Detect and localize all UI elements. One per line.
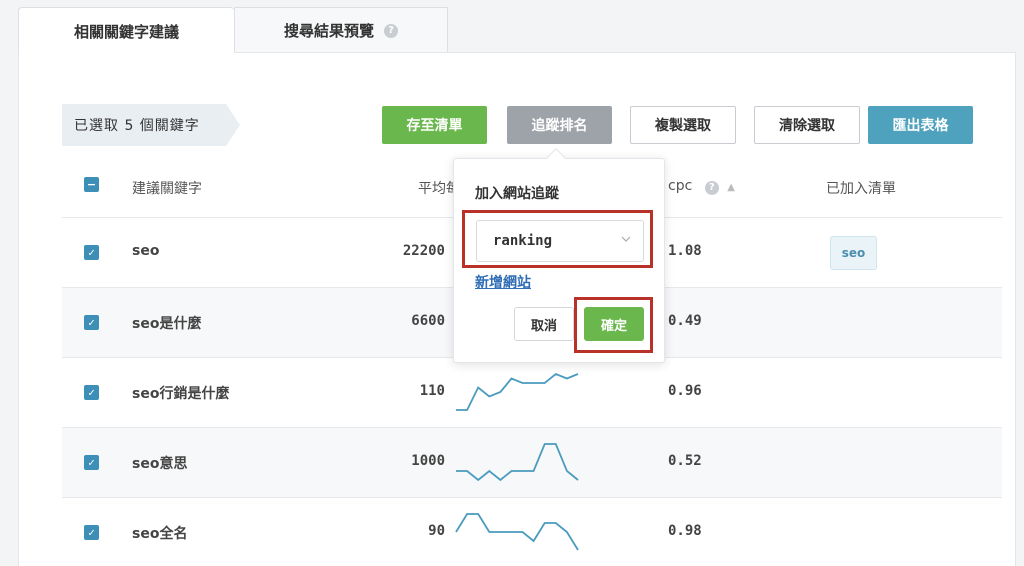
track-ranking-button[interactable]: 追蹤排名 — [507, 106, 612, 144]
help-icon[interactable]: ? — [384, 23, 398, 38]
cpc-cell: 0.49 — [668, 313, 702, 329]
cpc-cell: 0.52 — [668, 453, 702, 469]
clear-selection-button[interactable]: 清除選取 — [754, 106, 860, 144]
row-checkbox[interactable]: ✓ — [84, 385, 99, 400]
header-cpc-label: cpc — [668, 178, 693, 194]
tab-serp-preview-label: 搜尋結果預覽 — [283, 22, 374, 40]
tab-related-keywords[interactable]: 相關關鍵字建議 — [18, 7, 234, 54]
table-row: ✓ seo全名 90 0.98 — [62, 498, 1002, 566]
row-checkbox[interactable]: ✓ — [84, 245, 99, 260]
keyword-cell[interactable]: seo意思 — [132, 453, 187, 473]
volume-cell: 90 — [428, 523, 445, 539]
cancel-button[interactable]: 取消 — [514, 307, 574, 341]
highlight-box-select — [462, 210, 653, 268]
save-to-list-button[interactable]: 存至清單 — [382, 106, 487, 144]
selected-count-label: 已選取 5 個關鍵字 — [62, 104, 240, 146]
highlight-box-confirm — [574, 297, 653, 353]
table-row: ✓ seo意思 1000 0.52 — [62, 428, 1002, 498]
tab-bar: 相關關鍵字建議 搜尋結果預覽 ? — [18, 7, 448, 54]
tab-related-keywords-label: 相關關鍵字建議 — [73, 22, 179, 41]
list-tag[interactable]: seo — [830, 236, 877, 270]
sparkline-path — [456, 372, 579, 411]
row-checkbox[interactable]: ✓ — [84, 315, 99, 330]
sort-icon[interactable]: ▲ — [727, 182, 735, 193]
popover-title: 加入網站追蹤 — [475, 186, 559, 202]
header-keyword: 建議關鍵字 — [132, 181, 202, 197]
keyword-cell[interactable]: seo — [132, 243, 159, 259]
cpc-help-icon[interactable]: ? — [704, 180, 719, 195]
keyword-cell[interactable]: seo行銷是什麼 — [132, 383, 229, 403]
sparkline-path — [456, 443, 579, 482]
header-added-to-list: 已加入清單 — [826, 181, 896, 197]
row-checkbox[interactable]: ✓ — [84, 455, 99, 470]
table-row: ✓ seo行銷是什麼 110 0.96 — [62, 358, 1002, 428]
export-table-button[interactable]: 匯出表格 — [868, 106, 973, 144]
cpc-cell: 0.96 — [668, 383, 702, 399]
add-site-link[interactable]: 新增網站 — [475, 272, 531, 292]
sparkline-path — [455, 513, 579, 551]
cpc-cell: 1.08 — [668, 243, 702, 259]
volume-cell: 110 — [419, 383, 445, 399]
volume-cell: 6600 — [411, 313, 445, 329]
copy-selection-button[interactable]: 複製選取 — [630, 106, 736, 144]
select-all-checkbox[interactable]: − — [84, 177, 99, 192]
trend-sparkline — [456, 443, 579, 482]
keyword-cell[interactable]: seo是什麼 — [132, 313, 201, 333]
keyword-cell[interactable]: seo全名 — [132, 523, 187, 543]
row-checkbox[interactable]: ✓ — [84, 525, 99, 540]
trend-sparkline — [456, 372, 579, 411]
tab-serp-preview[interactable]: 搜尋結果預覽 ? — [234, 7, 448, 53]
header-cpc[interactable]: cpc ? ▲ — [668, 178, 735, 195]
trend-sparkline — [455, 513, 579, 551]
cpc-cell: 0.98 — [668, 523, 702, 539]
volume-cell: 1000 — [411, 453, 445, 469]
volume-cell: 22200 — [402, 243, 445, 259]
track-site-popover: 加入網站追蹤 ranking 新增網站 取消 確定 — [453, 148, 665, 363]
